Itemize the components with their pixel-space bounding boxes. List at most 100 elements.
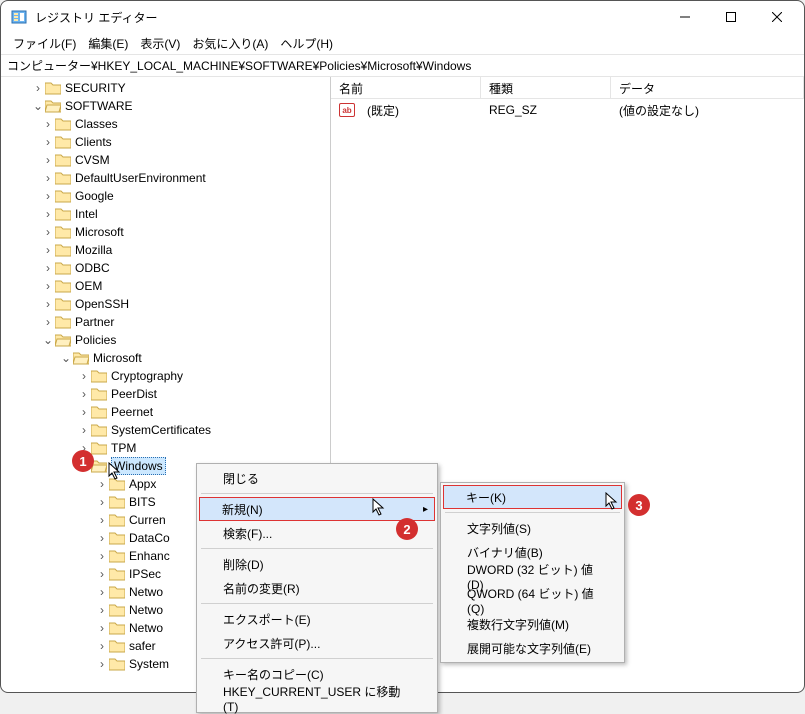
chevron-right-icon[interactable]: › xyxy=(77,423,91,437)
menu-view[interactable]: 表示(V) xyxy=(134,33,186,54)
chevron-right-icon[interactable]: › xyxy=(41,189,55,203)
chevron-right-icon[interactable]: › xyxy=(41,261,55,275)
annotation-badge-3: 3 xyxy=(628,494,650,516)
chevron-right-icon[interactable]: › xyxy=(95,639,109,653)
chevron-right-icon[interactable]: › xyxy=(95,621,109,635)
chevron-right-icon[interactable]: › xyxy=(77,369,91,383)
tree-item-windows[interactable]: Windows xyxy=(111,457,166,475)
folder-icon xyxy=(55,261,71,275)
ctx-rename[interactable]: 名前の変更(R) xyxy=(199,576,435,600)
chevron-right-icon[interactable]: › xyxy=(77,387,91,401)
menu-fav[interactable]: お気に入り(A) xyxy=(186,33,274,54)
ctx-new[interactable]: 新規(N)▸ xyxy=(199,497,435,521)
folder-open-icon xyxy=(55,333,71,347)
tree-item[interactable]: ›Partner xyxy=(41,313,330,331)
chevron-right-icon[interactable]: › xyxy=(41,225,55,239)
folder-open-icon xyxy=(45,99,61,113)
tree-item[interactable]: ›CVSM xyxy=(41,151,330,169)
address-input[interactable] xyxy=(7,59,798,73)
chevron-right-icon[interactable]: › xyxy=(95,495,109,509)
tree-item[interactable]: ›Cryptography xyxy=(77,367,330,385)
chevron-right-icon[interactable]: › xyxy=(95,585,109,599)
chevron-right-icon[interactable]: › xyxy=(41,153,55,167)
chevron-down-icon[interactable]: ⌄ xyxy=(59,351,73,365)
tree-item[interactable]: ›Google xyxy=(41,187,330,205)
tree-item[interactable]: ›TPM xyxy=(77,439,330,457)
tree-item[interactable]: ›Clients xyxy=(41,133,330,151)
tree-item[interactable]: ›OEM xyxy=(41,277,330,295)
chevron-right-icon[interactable]: › xyxy=(95,513,109,527)
chevron-right-icon[interactable]: › xyxy=(95,477,109,491)
tree-item[interactable]: ›Mozilla xyxy=(41,241,330,259)
chevron-right-icon[interactable]: › xyxy=(41,315,55,329)
maximize-button[interactable] xyxy=(708,2,754,32)
chevron-down-icon[interactable]: ⌄ xyxy=(31,99,45,113)
chevron-right-icon[interactable]: › xyxy=(77,405,91,419)
folder-icon xyxy=(109,657,125,671)
tree-item[interactable]: ›OpenSSH xyxy=(41,295,330,313)
col-name[interactable]: 名前 xyxy=(331,77,481,98)
folder-icon xyxy=(45,81,61,95)
tree-item-microsoft[interactable]: ⌄ Microsoft xyxy=(59,349,330,367)
sub-multi[interactable]: 複数行文字列値(M) xyxy=(443,612,622,636)
chevron-right-icon[interactable]: › xyxy=(41,243,55,257)
tree-item[interactable]: ›Peernet xyxy=(77,403,330,421)
ctx-export[interactable]: エクスポート(E) xyxy=(199,607,435,631)
annotation-badge-2: 2 xyxy=(396,518,418,540)
ctx-close[interactable]: 閉じる xyxy=(199,466,435,490)
col-type[interactable]: 種類 xyxy=(481,77,611,98)
ctx-perm[interactable]: アクセス許可(P)... xyxy=(199,631,435,655)
chevron-right-icon[interactable]: › xyxy=(41,171,55,185)
chevron-right-icon[interactable]: › xyxy=(41,135,55,149)
menu-help[interactable]: ヘルプ(H) xyxy=(274,33,339,54)
addressbar xyxy=(1,55,804,77)
chevron-right-icon[interactable]: › xyxy=(41,117,55,131)
chevron-right-icon[interactable]: › xyxy=(41,297,55,311)
minimize-button[interactable] xyxy=(662,2,708,32)
folder-icon xyxy=(109,585,125,599)
folder-icon xyxy=(109,549,125,563)
menu-edit[interactable]: 編集(E) xyxy=(82,33,134,54)
chevron-right-icon[interactable]: › xyxy=(95,603,109,617)
tree-item-policies[interactable]: ⌄ Policies xyxy=(41,331,330,349)
folder-icon xyxy=(109,495,125,509)
sub-expand[interactable]: 展開可能な文字列値(E) xyxy=(443,636,622,660)
tree-item-security[interactable]: › SECURITY xyxy=(31,79,330,97)
annotation-badge-1: 1 xyxy=(72,450,94,472)
sub-qword[interactable]: QWORD (64 ビット) 値(Q) xyxy=(443,588,622,612)
folder-icon xyxy=(109,531,125,545)
chevron-right-icon[interactable]: › xyxy=(31,81,45,95)
folder-icon xyxy=(55,171,71,185)
tree-item[interactable]: ›Classes xyxy=(41,115,330,133)
tree-item[interactable]: ›SystemCertificates xyxy=(77,421,330,439)
folder-icon xyxy=(91,423,107,437)
tree-item[interactable]: ›ODBC xyxy=(41,259,330,277)
tree-item[interactable]: ›Intel xyxy=(41,205,330,223)
folder-icon xyxy=(91,405,107,419)
close-button[interactable] xyxy=(754,2,800,32)
ctx-delete[interactable]: 削除(D) xyxy=(199,552,435,576)
tree-item-software[interactable]: ⌄ SOFTWARE xyxy=(31,97,330,115)
tree-item[interactable]: ›DefaultUserEnvironment xyxy=(41,169,330,187)
chevron-right-icon[interactable]: › xyxy=(95,567,109,581)
sub-sz[interactable]: 文字列値(S) xyxy=(443,516,622,540)
regedit-icon xyxy=(11,9,27,25)
ctx-movehkcu[interactable]: HKEY_CURRENT_USER に移動(T) xyxy=(199,686,435,710)
titlebar[interactable]: レジストリ エディター xyxy=(1,1,804,33)
tree-item[interactable]: ›Microsoft xyxy=(41,223,330,241)
menu-file[interactable]: ファイル(F) xyxy=(7,33,82,54)
context-submenu-new: キー(K) 文字列値(S) バイナリ値(B) DWORD (32 ビット) 値(… xyxy=(440,482,625,663)
tree-item[interactable]: ›PeerDist xyxy=(77,385,330,403)
chevron-right-icon[interactable]: › xyxy=(95,549,109,563)
chevron-down-icon[interactable]: ⌄ xyxy=(41,333,55,347)
chevron-right-icon[interactable]: › xyxy=(95,657,109,671)
col-data[interactable]: データ xyxy=(611,77,804,98)
chevron-right-icon[interactable]: › xyxy=(41,207,55,221)
menubar: ファイル(F) 編集(E) 表示(V) お気に入り(A) ヘルプ(H) xyxy=(1,33,804,55)
chevron-right-icon[interactable]: › xyxy=(95,531,109,545)
folder-icon xyxy=(55,117,71,131)
sub-key[interactable]: キー(K) xyxy=(443,485,622,509)
folder-icon xyxy=(55,135,71,149)
chevron-right-icon[interactable]: › xyxy=(41,279,55,293)
value-row-default[interactable]: ab (既定) REG_SZ (値の設定なし) xyxy=(331,101,804,119)
